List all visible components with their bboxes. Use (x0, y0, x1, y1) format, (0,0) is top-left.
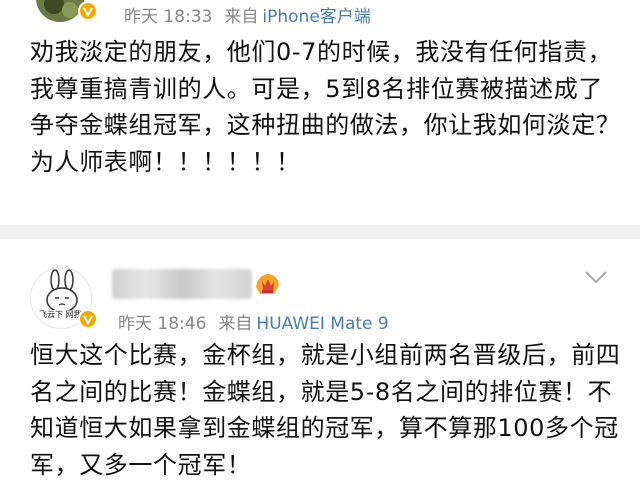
post-text: 恒大这个比赛，金杯组，就是小组前两名晋级后，前四名之间的比赛！金蝶组，就是5-8… (30, 341, 621, 479)
post-client-link[interactable]: iPhone客户端 (262, 7, 370, 27)
post-meta: 昨天 18:46 来自 HUAWEI Mate 9 (118, 309, 389, 334)
post-time: 昨天 18:33 (124, 7, 213, 27)
avatar[interactable] (36, 0, 84, 22)
post-1: 昨天 18:33 来自 iPhone客户端 劝我淡定的朋友，他们0-7的时候，我没有… (0, 0, 640, 225)
post-client-link[interactable]: HUAWEI Mate 9 (256, 314, 388, 334)
verified-badge-icon (78, 1, 98, 21)
chevron-down-icon[interactable] (584, 269, 608, 285)
post-2: 飞云下 网我 昨天 18:46 来自 HUAWEI Mate 9 恒大这个比赛，金杯… (0, 239, 640, 486)
divider (0, 225, 640, 239)
post-meta: 昨天 18:33 来自 iPhone客户端 (124, 2, 371, 27)
rank-badge-icon (252, 269, 282, 297)
verified-badge-icon (78, 309, 98, 329)
post-source-label: 来自 (224, 7, 259, 27)
post-source-label: 来自 (218, 314, 253, 334)
username-redacted[interactable] (112, 269, 252, 299)
post-text: 劝我淡定的朋友，他们0-7的时候，我没有任何指责，我尊重搞青训的人。可是，5到8… (30, 38, 621, 176)
avatar-text: 飞云下 网我 (39, 310, 82, 320)
post-time: 昨天 18:46 (118, 314, 207, 334)
